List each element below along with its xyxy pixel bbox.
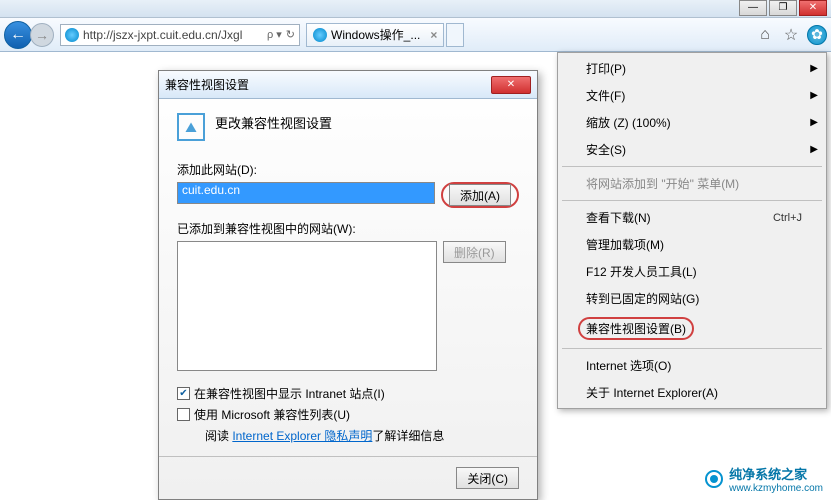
add-button[interactable]: 添加(A)	[449, 184, 511, 206]
navigation-bar: ← → http://jszx-jxpt.cuit.edu.cn/Jxgl ρ …	[0, 18, 831, 52]
menu-item-view-downloads[interactable]: 查看下载(N)Ctrl+J	[558, 204, 826, 231]
watermark-url: www.kzmyhome.com	[729, 483, 823, 494]
url-text: http://jszx-jxpt.cuit.edu.cn/Jxgl	[83, 28, 242, 42]
remove-button[interactable]: 删除(R)	[443, 241, 506, 263]
submenu-arrow-icon: ▶	[810, 90, 818, 101]
added-sites-label: 已添加到兼容性视图中的网站(W):	[177, 220, 519, 237]
dialog-close-button[interactable]: ✕	[491, 76, 531, 94]
add-site-input[interactable]: cuit.edu.cn	[177, 182, 435, 204]
intranet-compat-checkbox[interactable]: ✔	[177, 387, 190, 400]
favorites-star-icon[interactable]: ☆	[781, 25, 801, 45]
search-dropdown-icon[interactable]: ρ ▾	[267, 28, 282, 41]
menu-separator	[562, 200, 822, 201]
watermark-name: 纯净系统之家	[729, 464, 823, 483]
back-button[interactable]: ←	[4, 21, 32, 49]
menu-item-print[interactable]: 打印(P)▶	[558, 55, 826, 82]
submenu-arrow-icon: ▶	[810, 117, 818, 128]
add-site-label: 添加此网站(D):	[177, 161, 519, 178]
menu-item-safety[interactable]: 安全(S)▶	[558, 136, 826, 163]
tools-gear-icon[interactable]: ✿	[807, 25, 827, 45]
ms-compat-list-checkbox[interactable]	[177, 408, 190, 421]
privacy-statement-link[interactable]: Internet Explorer 隐私声明	[232, 429, 372, 443]
menu-item-f12-devtools[interactable]: F12 开发人员工具(L)	[558, 258, 826, 285]
watermark: 纯净系统之家 www.kzmyhome.com	[705, 464, 823, 494]
menu-separator	[562, 166, 822, 167]
ie-icon	[65, 28, 79, 42]
browser-tab[interactable]: Windows操作_... ×	[306, 23, 444, 47]
submenu-arrow-icon: ▶	[810, 63, 818, 74]
maximize-button[interactable]: ❐	[769, 0, 797, 16]
dialog-close-btn[interactable]: 关闭(C)	[456, 467, 519, 489]
intranet-compat-label: 在兼容性视图中显示 Intranet 站点(I)	[194, 385, 385, 402]
window-titlebar: — ❐ ✕	[0, 0, 831, 18]
menu-item-internet-options[interactable]: Internet 选项(O)	[558, 352, 826, 379]
submenu-arrow-icon: ▶	[810, 144, 818, 155]
menu-item-add-to-start[interactable]: 将网站添加到 "开始" 菜单(M)	[558, 170, 826, 197]
window-close-button[interactable]: ✕	[799, 0, 827, 16]
menu-item-pinned-sites[interactable]: 转到已固定的网站(G)	[558, 285, 826, 312]
tools-menu: 打印(P)▶ 文件(F)▶ 缩放 (Z) (100%)▶ 安全(S)▶ 将网站添…	[557, 52, 827, 409]
menu-item-compat-view-settings[interactable]: 兼容性视图设置(B)	[558, 312, 826, 345]
ie-icon	[313, 28, 327, 42]
ms-compat-list-label: 使用 Microsoft 兼容性列表(U)	[194, 406, 350, 423]
menu-item-about-ie[interactable]: 关于 Internet Explorer(A)	[558, 379, 826, 406]
compat-view-icon: ⛰	[177, 113, 205, 141]
menu-separator	[562, 348, 822, 349]
menu-item-file[interactable]: 文件(F)▶	[558, 82, 826, 109]
read-prefix: 阅读	[205, 429, 232, 443]
minimize-button[interactable]: —	[739, 0, 767, 16]
menu-item-manage-addons[interactable]: 管理加载项(M)	[558, 231, 826, 258]
refresh-icon[interactable]: ↻	[286, 28, 295, 41]
watermark-logo-icon	[705, 470, 723, 488]
dialog-heading: 更改兼容性视图设置	[215, 113, 332, 132]
added-sites-listbox[interactable]	[177, 241, 437, 371]
dialog-title-text: 兼容性视图设置	[165, 76, 249, 93]
new-tab-button[interactable]	[446, 23, 464, 47]
menu-item-zoom[interactable]: 缩放 (Z) (100%)▶	[558, 109, 826, 136]
tab-close-icon[interactable]: ×	[430, 28, 437, 42]
read-suffix: 了解详细信息	[372, 429, 444, 443]
address-bar[interactable]: http://jszx-jxpt.cuit.edu.cn/Jxgl ρ ▾ ↻	[60, 24, 300, 46]
dialog-titlebar[interactable]: 兼容性视图设置 ✕	[159, 71, 537, 99]
home-icon[interactable]: ⌂	[755, 25, 775, 45]
forward-button[interactable]: →	[30, 23, 54, 47]
shortcut-text: Ctrl+J	[773, 212, 802, 224]
compat-view-dialog: 兼容性视图设置 ✕ ⛰ 更改兼容性视图设置 添加此网站(D): cuit.edu…	[158, 70, 538, 500]
tab-title: Windows操作_...	[331, 26, 420, 43]
